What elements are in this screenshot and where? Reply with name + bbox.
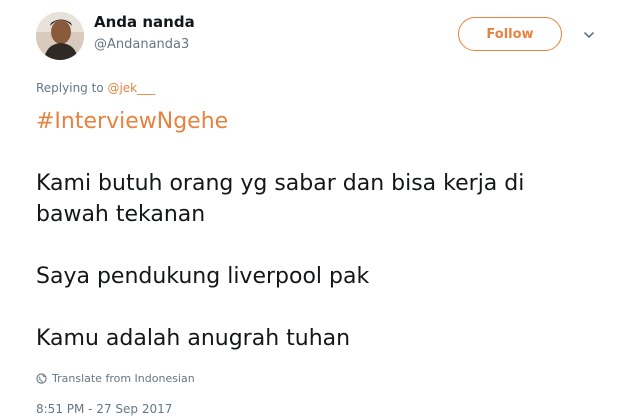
display-name[interactable]: Anda nanda: [94, 12, 195, 32]
chevron-down-icon[interactable]: [582, 27, 596, 41]
replying-to: Replying to @jek___: [36, 80, 155, 96]
tweet-line: Kamu adalah anugrah tuhan: [36, 326, 351, 351]
screen-name[interactable]: @Andananda3: [94, 36, 189, 54]
tweet-line: bawah tekanan: [36, 202, 206, 227]
tweet-timestamp[interactable]: 8:51 PM - 27 Sep 2017: [36, 401, 172, 417]
translate-link[interactable]: Translate from Indonesian: [36, 372, 195, 385]
avatar[interactable]: [36, 12, 84, 60]
replying-to-label: Replying to: [36, 81, 108, 95]
tweet-line: Kami butuh orang yg sabar dan bisa kerja…: [36, 171, 525, 196]
tweet-line: Saya pendukung liverpool pak: [36, 264, 370, 289]
reply-mention-link[interactable]: @jek___: [107, 81, 155, 95]
translate-label: Translate from Indonesian: [52, 372, 195, 385]
follow-button[interactable]: Follow: [458, 17, 562, 51]
globe-icon: [36, 373, 47, 384]
tweet-text: #InterviewNgehe Kami butuh orang yg saba…: [36, 106, 606, 354]
hashtag-link[interactable]: #InterviewNgehe: [36, 106, 606, 137]
tweet-card: Anda nanda @Andananda3 Follow Replying t…: [0, 0, 631, 418]
